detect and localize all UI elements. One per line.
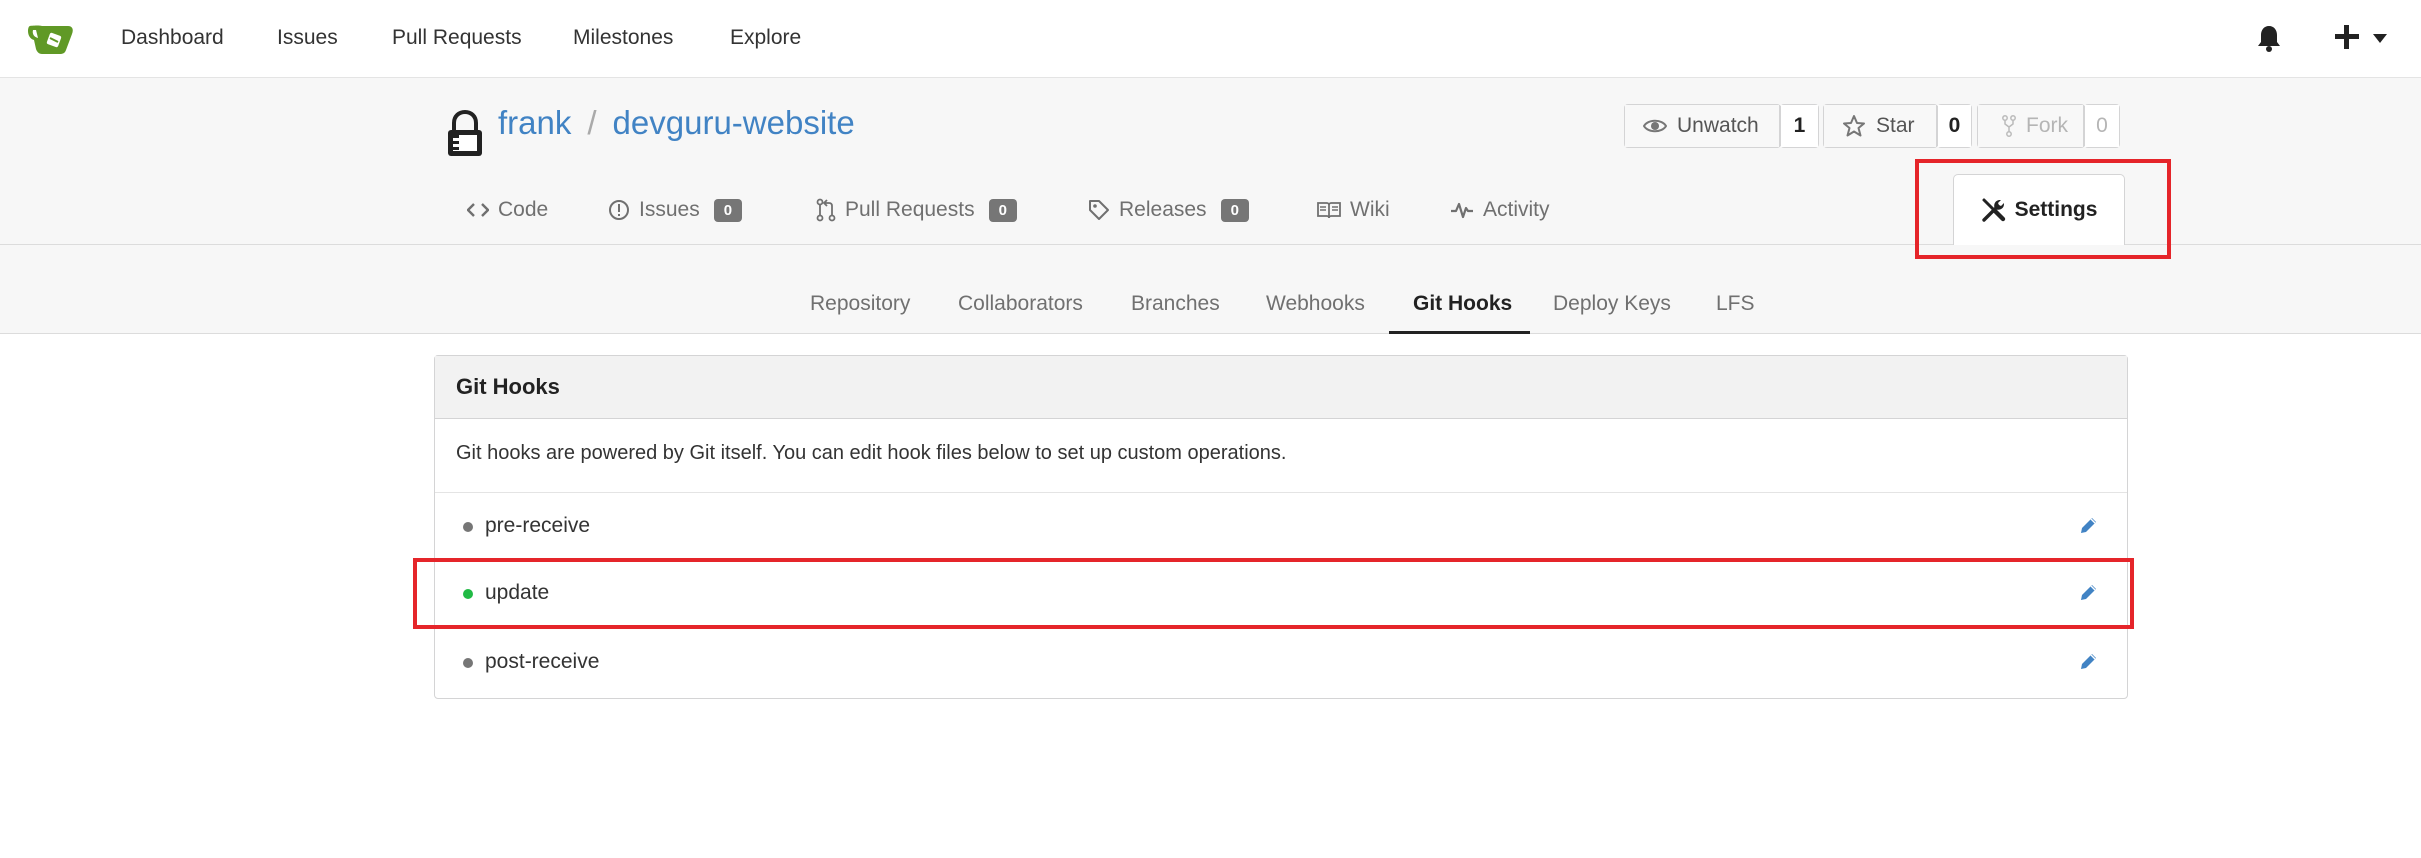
book-icon	[1317, 202, 1341, 219]
pull-request-icon	[816, 198, 836, 222]
submenu-lfs[interactable]: LFS	[1716, 292, 1755, 316]
fork-button[interactable]: Fork	[1978, 105, 2084, 147]
tab-issues[interactable]: Issues 0	[608, 198, 743, 222]
nav-dashboard[interactable]: Dashboard	[121, 26, 224, 50]
code-icon	[467, 203, 489, 217]
tab-settings-label: Settings	[2014, 198, 2098, 221]
tab-issues-label: Issues	[639, 198, 700, 221]
fork-count[interactable]: 0	[2085, 105, 2119, 147]
pulse-icon	[1451, 202, 1473, 219]
pencil-icon[interactable]	[2079, 582, 2099, 602]
eye-icon	[1643, 119, 1667, 133]
chevron-down-icon[interactable]	[2372, 32, 2388, 44]
tab-pull-requests[interactable]: Pull Requests 0	[816, 198, 1017, 222]
gitea-logo-icon[interactable]	[28, 20, 76, 56]
star-button[interactable]: Star	[1824, 105, 1937, 147]
fork-count-box: 0	[2084, 104, 2120, 148]
repo-owner-link[interactable]: frank	[498, 104, 571, 141]
unwatch-label: Unwatch	[1677, 114, 1759, 137]
tab-wiki[interactable]: Wiki	[1317, 198, 1390, 222]
tab-releases[interactable]: Releases 0	[1088, 198, 1249, 222]
submenu-collaborators[interactable]: Collaborators	[958, 292, 1083, 316]
submenu-repository[interactable]: Repository	[810, 292, 910, 316]
tab-wiki-label: Wiki	[1350, 198, 1390, 221]
hook-row-update: update	[435, 560, 2127, 626]
hook-row-post-receive: post-receive	[435, 629, 2127, 695]
repo-title-separator: /	[587, 104, 597, 141]
nav-explore[interactable]: Explore	[730, 26, 801, 50]
nav-issues[interactable]: Issues	[277, 26, 338, 50]
bell-icon[interactable]	[2256, 24, 2282, 52]
issues-count-badge: 0	[713, 198, 743, 222]
git-hooks-panel: Git Hooks Git hooks are powered by Git i…	[434, 355, 2128, 699]
hook-status-dot	[463, 658, 473, 668]
submenu-deploy-keys[interactable]: Deploy Keys	[1553, 292, 1671, 316]
tab-code-label: Code	[498, 198, 549, 221]
star-label: Star	[1876, 114, 1915, 137]
star-count[interactable]: 0	[1938, 105, 1971, 147]
star-button-group: Star	[1823, 104, 1938, 148]
issue-icon	[609, 200, 629, 220]
submenu-git-hooks[interactable]: Git Hooks	[1413, 292, 1512, 316]
pencil-icon[interactable]	[2079, 651, 2099, 671]
hook-status-dot	[463, 589, 473, 599]
active-submenu-underline	[1389, 331, 1530, 334]
star-count-box: 0	[1937, 104, 1972, 148]
star-icon	[1843, 115, 1865, 137]
submenu-webhooks[interactable]: Webhooks	[1266, 292, 1365, 316]
fork-button-group: Fork	[1977, 104, 2085, 148]
fork-label: Fork	[2026, 114, 2068, 137]
watch-count-box: 1	[1780, 104, 1819, 148]
fork-icon	[2002, 115, 2016, 137]
pencil-icon[interactable]	[2079, 515, 2099, 535]
lock-icon	[448, 110, 482, 156]
hook-status-dot	[463, 522, 473, 532]
tag-icon	[1089, 200, 1109, 220]
panel-title: Git Hooks	[435, 356, 2127, 419]
tab-activity-label: Activity	[1483, 198, 1550, 221]
unwatch-button[interactable]: Unwatch	[1625, 105, 1780, 147]
hook-name: post-receive	[485, 650, 600, 673]
watch-button-group: Unwatch	[1624, 104, 1781, 148]
plus-icon[interactable]	[2332, 22, 2362, 52]
settings-submenu	[0, 245, 2421, 334]
panel-description: Git hooks are powered by Git itself. You…	[456, 442, 1287, 464]
hook-row-pre-receive: pre-receive	[435, 493, 2127, 559]
hook-name: pre-receive	[485, 514, 591, 537]
top-navbar: Dashboard Issues Pull Requests Milestone…	[0, 0, 2421, 78]
tools-icon	[1981, 198, 2005, 222]
hook-name: update	[485, 581, 550, 604]
submenu-branches[interactable]: Branches	[1131, 292, 1220, 316]
nav-pull-requests[interactable]: Pull Requests	[392, 26, 522, 50]
tab-code[interactable]: Code	[467, 198, 548, 222]
repo-name-link[interactable]: devguru-website	[613, 104, 855, 141]
pull-requests-count-badge: 0	[988, 198, 1017, 222]
tab-activity[interactable]: Activity	[1450, 198, 1550, 222]
tab-releases-label: Releases	[1119, 198, 1207, 221]
tab-settings[interactable]: Settings	[1953, 174, 2125, 245]
repo-title: frank / devguru-website	[498, 104, 855, 142]
tab-pull-requests-label: Pull Requests	[845, 198, 975, 221]
releases-count-badge: 0	[1220, 198, 1249, 222]
watch-count[interactable]: 1	[1781, 105, 1818, 147]
nav-milestones[interactable]: Milestones	[573, 26, 673, 50]
